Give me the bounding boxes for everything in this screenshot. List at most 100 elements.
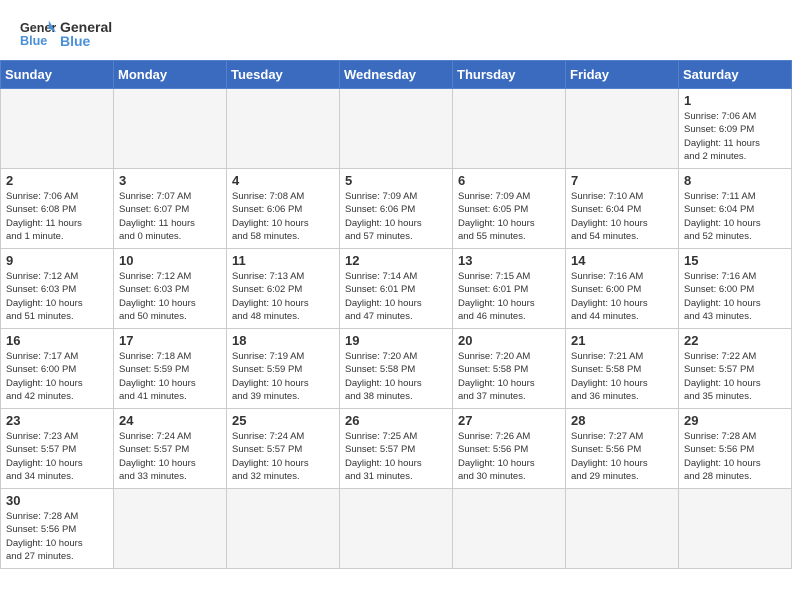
day-number: 7 <box>571 173 673 188</box>
calendar-cell: 21Sunrise: 7:21 AM Sunset: 5:58 PM Dayli… <box>566 329 679 409</box>
calendar-cell <box>114 89 227 169</box>
day-number: 22 <box>684 333 786 348</box>
day-info: Sunrise: 7:16 AM Sunset: 6:00 PM Dayligh… <box>684 270 786 323</box>
day-info: Sunrise: 7:14 AM Sunset: 6:01 PM Dayligh… <box>345 270 447 323</box>
day-header-friday: Friday <box>566 61 679 89</box>
day-header-saturday: Saturday <box>679 61 792 89</box>
day-info: Sunrise: 7:23 AM Sunset: 5:57 PM Dayligh… <box>6 430 108 483</box>
calendar-cell: 1 Sunrise: 7:06 AM Sunset: 6:09 PM Daylig… <box>679 89 792 169</box>
day-info: Sunrise: 7:24 AM Sunset: 5:57 PM Dayligh… <box>232 430 334 483</box>
calendar-cell: 10 Sunrise: 7:12 AM Sunset: 6:03 PM Dayli… <box>114 249 227 329</box>
calendar-cell: 6 Sunrise: 7:09 AM Sunset: 6:05 PM Daylig… <box>453 169 566 249</box>
day-number: 29 <box>684 413 786 428</box>
calendar-cell: 8 Sunrise: 7:11 AM Sunset: 6:04 PM Daylig… <box>679 169 792 249</box>
day-info: Sunrise: 7:11 AM Sunset: 6:04 PM Dayligh… <box>684 190 786 243</box>
calendar-cell <box>340 89 453 169</box>
day-number: 4 <box>232 173 334 188</box>
calendar-cell <box>453 89 566 169</box>
calendar-week-2: 2 Sunrise: 7:06 AM Sunset: 6:08 PM Daylig… <box>1 169 792 249</box>
calendar-week-1: 1 Sunrise: 7:06 AM Sunset: 6:09 PM Daylig… <box>1 89 792 169</box>
day-header-wednesday: Wednesday <box>340 61 453 89</box>
calendar-cell: 7 Sunrise: 7:10 AM Sunset: 6:04 PM Daylig… <box>566 169 679 249</box>
day-info: Sunrise: 7:10 AM Sunset: 6:04 PM Dayligh… <box>571 190 673 243</box>
day-info: Sunrise: 7:25 AM Sunset: 5:57 PM Dayligh… <box>345 430 447 483</box>
day-number: 30 <box>6 493 108 508</box>
calendar-cell: 19Sunrise: 7:20 AM Sunset: 5:58 PM Dayli… <box>340 329 453 409</box>
day-info: Sunrise: 7:06 AM Sunset: 6:09 PM Dayligh… <box>684 110 786 163</box>
calendar-cell <box>566 89 679 169</box>
day-number: 2 <box>6 173 108 188</box>
day-number: 15 <box>684 253 786 268</box>
calendar-cell <box>114 489 227 569</box>
calendar-cell: 5Sunrise: 7:09 AM Sunset: 6:06 PM Daylig… <box>340 169 453 249</box>
day-info: Sunrise: 7:27 AM Sunset: 5:56 PM Dayligh… <box>571 430 673 483</box>
day-header-monday: Monday <box>114 61 227 89</box>
day-number: 11 <box>232 253 334 268</box>
day-number: 13 <box>458 253 560 268</box>
day-info: Sunrise: 7:06 AM Sunset: 6:08 PM Dayligh… <box>6 190 108 243</box>
day-number: 25 <box>232 413 334 428</box>
calendar-cell: 16 Sunrise: 7:17 AM Sunset: 6:00 PM Dayli… <box>1 329 114 409</box>
calendar-cell: 28 Sunrise: 7:27 AM Sunset: 5:56 PM Dayli… <box>566 409 679 489</box>
calendar-cell: 14Sunrise: 7:16 AM Sunset: 6:00 PM Dayli… <box>566 249 679 329</box>
calendar-week-5: 23 Sunrise: 7:23 AM Sunset: 5:57 PM Dayli… <box>1 409 792 489</box>
day-number: 9 <box>6 253 108 268</box>
day-number: 12 <box>345 253 447 268</box>
day-info: Sunrise: 7:20 AM Sunset: 5:58 PM Dayligh… <box>458 350 560 403</box>
day-number: 1 <box>684 93 786 108</box>
calendar-table: SundayMondayTuesdayWednesdayThursdayFrid… <box>0 60 792 569</box>
calendar-cell: 18Sunrise: 7:19 AM Sunset: 5:59 PM Dayli… <box>227 329 340 409</box>
day-info: Sunrise: 7:28 AM Sunset: 5:56 PM Dayligh… <box>6 510 108 563</box>
calendar-cell <box>566 489 679 569</box>
calendar-header: SundayMondayTuesdayWednesdayThursdayFrid… <box>1 61 792 89</box>
calendar-cell <box>340 489 453 569</box>
day-number: 19 <box>345 333 447 348</box>
day-number: 26 <box>345 413 447 428</box>
day-info: Sunrise: 7:09 AM Sunset: 6:05 PM Dayligh… <box>458 190 560 243</box>
day-number: 23 <box>6 413 108 428</box>
calendar-cell: 17 Sunrise: 7:18 AM Sunset: 5:59 PM Dayli… <box>114 329 227 409</box>
day-number: 5 <box>345 173 447 188</box>
calendar-week-3: 9 Sunrise: 7:12 AM Sunset: 6:03 PM Daylig… <box>1 249 792 329</box>
calendar-cell: 30 Sunrise: 7:28 AM Sunset: 5:56 PM Dayli… <box>1 489 114 569</box>
calendar-cell: 20 Sunrise: 7:20 AM Sunset: 5:58 PM Dayli… <box>453 329 566 409</box>
day-number: 17 <box>119 333 221 348</box>
calendar-body: 1 Sunrise: 7:06 AM Sunset: 6:09 PM Daylig… <box>1 89 792 569</box>
day-number: 28 <box>571 413 673 428</box>
calendar-cell: 4Sunrise: 7:08 AM Sunset: 6:06 PM Daylig… <box>227 169 340 249</box>
calendar-cell: 25 Sunrise: 7:24 AM Sunset: 5:57 PM Dayli… <box>227 409 340 489</box>
calendar-cell <box>227 489 340 569</box>
day-number: 27 <box>458 413 560 428</box>
day-number: 16 <box>6 333 108 348</box>
calendar-cell: 12 Sunrise: 7:14 AM Sunset: 6:01 PM Dayli… <box>340 249 453 329</box>
day-header-sunday: Sunday <box>1 61 114 89</box>
calendar-cell: 26 Sunrise: 7:25 AM Sunset: 5:57 PM Dayli… <box>340 409 453 489</box>
day-number: 20 <box>458 333 560 348</box>
calendar-cell: 2 Sunrise: 7:06 AM Sunset: 6:08 PM Daylig… <box>1 169 114 249</box>
svg-text:Blue: Blue <box>20 34 47 48</box>
calendar-cell: 22Sunrise: 7:22 AM Sunset: 5:57 PM Dayli… <box>679 329 792 409</box>
day-info: Sunrise: 7:24 AM Sunset: 5:57 PM Dayligh… <box>119 430 221 483</box>
logo: General Blue General Blue <box>20 16 112 52</box>
day-number: 6 <box>458 173 560 188</box>
day-number: 10 <box>119 253 221 268</box>
page-header: General Blue General Blue <box>0 0 792 60</box>
day-info: Sunrise: 7:18 AM Sunset: 5:59 PM Dayligh… <box>119 350 221 403</box>
calendar-cell: 24Sunrise: 7:24 AM Sunset: 5:57 PM Dayli… <box>114 409 227 489</box>
calendar-cell: 3Sunrise: 7:07 AM Sunset: 6:07 PM Daylig… <box>114 169 227 249</box>
day-info: Sunrise: 7:17 AM Sunset: 6:00 PM Dayligh… <box>6 350 108 403</box>
calendar-cell: 23 Sunrise: 7:23 AM Sunset: 5:57 PM Dayli… <box>1 409 114 489</box>
day-number: 14 <box>571 253 673 268</box>
logo-icon: General Blue <box>20 16 56 52</box>
calendar-cell: 27Sunrise: 7:26 AM Sunset: 5:56 PM Dayli… <box>453 409 566 489</box>
calendar-cell <box>679 489 792 569</box>
day-info: Sunrise: 7:15 AM Sunset: 6:01 PM Dayligh… <box>458 270 560 323</box>
calendar-cell: 29Sunrise: 7:28 AM Sunset: 5:56 PM Dayli… <box>679 409 792 489</box>
day-number: 8 <box>684 173 786 188</box>
calendar-cell <box>227 89 340 169</box>
calendar-cell <box>453 489 566 569</box>
calendar-week-4: 16 Sunrise: 7:17 AM Sunset: 6:00 PM Dayli… <box>1 329 792 409</box>
day-number: 21 <box>571 333 673 348</box>
day-info: Sunrise: 7:12 AM Sunset: 6:03 PM Dayligh… <box>119 270 221 323</box>
calendar-cell <box>1 89 114 169</box>
